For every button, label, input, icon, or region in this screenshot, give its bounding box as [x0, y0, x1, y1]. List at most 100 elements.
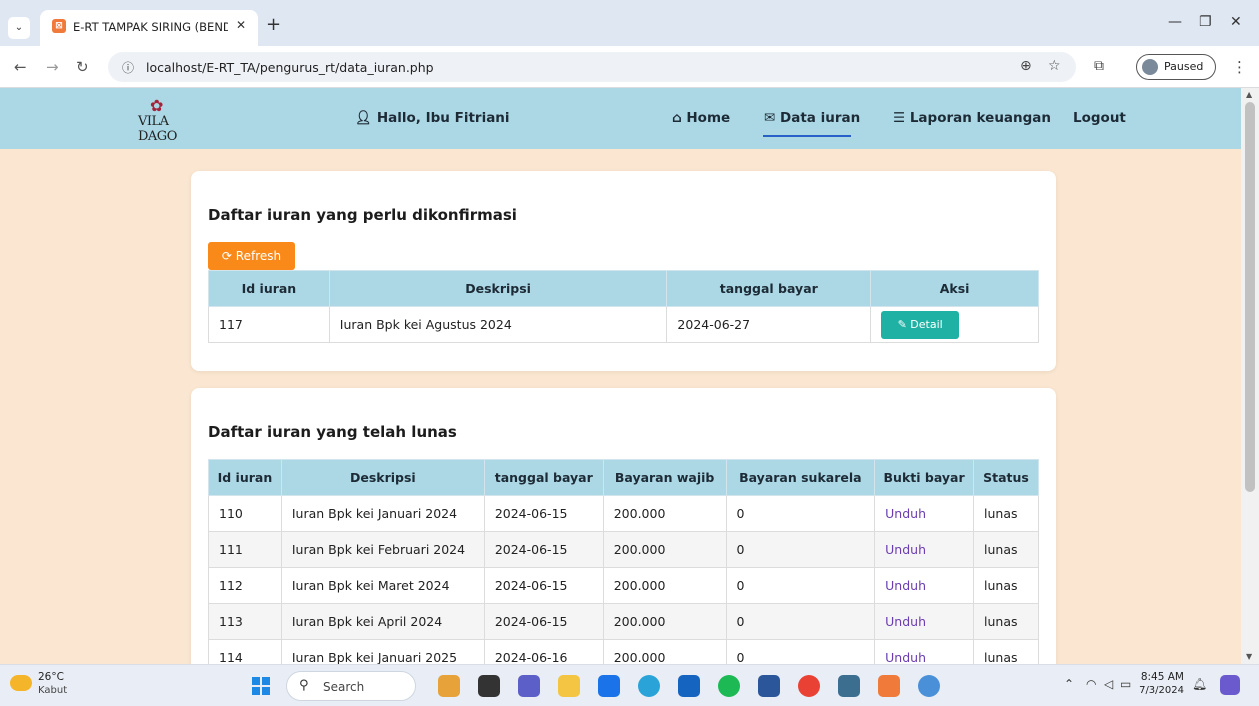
home-icon: ⌂: [672, 110, 682, 126]
restore-icon[interactable]: ❐: [1199, 14, 1212, 30]
spotify-icon[interactable]: [718, 675, 740, 697]
cell-sukarela: 0: [725, 639, 876, 664]
cell-wajib: 200.000: [602, 603, 727, 640]
site-navbar: ✿ VILA DAGO 👤︎ Hallo, Ibu Fitriani ⌂ Hom…: [0, 88, 1241, 149]
word-icon[interactable]: [758, 675, 780, 697]
teams-icon[interactable]: [518, 675, 540, 697]
table-row: 112 Iuran Bpk kei Maret 2024 2024-06-15 …: [208, 567, 1039, 604]
cell-tanggal: 2024-06-15: [483, 531, 604, 568]
nav-logout[interactable]: Logout: [1073, 110, 1126, 126]
column-header: tanggal bayar: [483, 459, 604, 496]
column-header: Status: [973, 459, 1039, 496]
cell-deskripsi: Iuran Bpk kei Maret 2024: [280, 567, 485, 604]
bookmark-star-icon[interactable]: ☆: [1048, 58, 1061, 74]
widgets-app-icon[interactable]: [438, 675, 460, 697]
table-row: 111 Iuran Bpk kei Februari 2024 2024-06-…: [208, 531, 1039, 568]
zoom-icon[interactable]: ⊕: [1020, 58, 1032, 74]
browser-tab[interactable]: ⊠ E-RT TAMPAK SIRING (BENDAH ✕: [40, 10, 258, 46]
copilot-icon[interactable]: [1220, 675, 1240, 695]
page-scrollbar[interactable]: ▲ ▼: [1241, 88, 1259, 664]
store-icon[interactable]: [598, 675, 620, 697]
close-tab-icon[interactable]: ✕: [236, 18, 246, 32]
cell-deskripsi: Iuran Bpk kei Februari 2024: [280, 531, 485, 568]
nav-laporan-keuangan[interactable]: ☰ Laporan keuangan: [893, 110, 1051, 126]
cell-id: 113: [208, 603, 282, 640]
app-icon[interactable]: [918, 675, 940, 697]
mail-icon[interactable]: [678, 675, 700, 697]
address-bar-row: ← → ↻ ⓘ localhost/E-RT_TA/pengurus_rt/da…: [0, 46, 1259, 88]
weather-icon[interactable]: [10, 675, 32, 691]
cell-sukarela: 0: [725, 495, 876, 532]
table-row: 117 Iuran Bpk kei Agustus 2024 2024-06-2…: [208, 306, 1039, 343]
table-row: 114 Iuran Bpk kei Januari 2025 2024-06-1…: [208, 639, 1039, 664]
terminal-icon[interactable]: [838, 675, 860, 697]
windows-start-icon[interactable]: [252, 677, 270, 695]
pending-table: Id iuran Deskripsi tanggal bayar Aksi 11…: [208, 270, 1039, 343]
unduh-link[interactable]: Unduh: [885, 506, 926, 521]
clock-time[interactable]: 8:45 AM: [1138, 671, 1184, 683]
cell-tanggal: 2024-06-15: [483, 567, 604, 604]
browser-tab-bar: ⌄ ⊠ E-RT TAMPAK SIRING (BENDAH ✕ + — ❐ ✕: [0, 0, 1259, 46]
site-logo[interactable]: ✿ VILA DAGO: [138, 96, 198, 144]
back-icon[interactable]: ←: [14, 58, 27, 76]
taskbar-search[interactable]: ⚲ Search: [286, 671, 416, 701]
cell-id: 111: [208, 531, 282, 568]
edit-icon: ✎: [897, 317, 907, 331]
wifi-icon[interactable]: ◠: [1086, 677, 1096, 691]
cell-deskripsi: Iuran Bpk kei April 2024: [280, 603, 485, 640]
paid-header-row: Id iuran Deskripsi tanggal bayar Bayaran…: [208, 459, 1039, 496]
cell-status: lunas: [973, 531, 1039, 568]
unduh-link[interactable]: Unduh: [885, 614, 926, 629]
forward-icon[interactable]: →: [46, 58, 59, 76]
new-tab-icon[interactable]: +: [266, 14, 281, 35]
site-info-icon[interactable]: ⓘ: [122, 59, 134, 76]
edge-icon[interactable]: [638, 675, 660, 697]
scroll-thumb[interactable]: [1245, 102, 1255, 492]
nav-home[interactable]: ⌂ Home: [672, 110, 730, 126]
more-menu-icon[interactable]: ⋮: [1232, 58, 1247, 76]
file-explorer-icon[interactable]: [558, 675, 580, 697]
tab-title: E-RT TAMPAK SIRING (BENDAH: [73, 20, 228, 34]
reload-icon[interactable]: ↻: [76, 58, 89, 76]
unduh-link[interactable]: Unduh: [885, 578, 926, 593]
nav-data-iuran[interactable]: ✉ Data iuran: [764, 110, 860, 126]
nav-data-iuran-label: Data iuran: [780, 110, 861, 126]
cell-sukarela: 0: [725, 531, 876, 568]
column-header: Deskripsi: [280, 459, 485, 496]
unduh-link[interactable]: Unduh: [885, 650, 926, 664]
cell-wajib: 200.000: [602, 531, 727, 568]
profile-button[interactable]: Paused: [1136, 54, 1216, 80]
scroll-up-icon[interactable]: ▲: [1246, 90, 1252, 99]
scroll-down-icon[interactable]: ▼: [1246, 652, 1252, 661]
cell-status: lunas: [973, 495, 1039, 532]
weather-desc: Kabut: [38, 685, 68, 696]
volume-icon[interactable]: ◁: [1104, 677, 1113, 691]
detail-button[interactable]: ✎ Detail: [881, 310, 960, 339]
close-window-icon[interactable]: ✕: [1230, 14, 1242, 30]
task-view-icon[interactable]: [478, 675, 500, 697]
greeting-text: Hallo, Ibu Fitriani: [376, 110, 510, 126]
cell-aksi: ✎ Detail: [870, 306, 1039, 343]
tray-chevron-icon[interactable]: ⌃: [1064, 677, 1074, 691]
cell-wajib: 200.000: [602, 495, 727, 532]
cell-status: lunas: [973, 603, 1039, 640]
notification-bell-icon[interactable]: 🔔︎: [1192, 677, 1207, 691]
tab-search-button[interactable]: ⌄: [8, 17, 30, 39]
envelope-icon: ✉: [764, 110, 776, 126]
cell-wajib: 200.000: [602, 567, 727, 604]
windows-taskbar: 26°C Kabut ⚲ Search ⌃ ◠ ◁ ▭ 8:45 AM 7/3/…: [0, 664, 1259, 706]
column-header: Id iuran: [208, 459, 282, 496]
chrome-icon[interactable]: [798, 675, 820, 697]
unduh-link[interactable]: Unduh: [885, 542, 926, 557]
refresh-button[interactable]: ⟳ Refresh: [208, 242, 295, 270]
url-input[interactable]: ⓘ localhost/E-RT_TA/pengurus_rt/data_iur…: [108, 52, 1076, 82]
pending-header-row: Id iuran Deskripsi tanggal bayar Aksi: [208, 270, 1039, 307]
cell-sukarela: 0: [725, 603, 876, 640]
cell-tanggal: 2024-06-15: [483, 603, 604, 640]
extensions-icon[interactable]: ⧉: [1094, 58, 1104, 74]
cell-bukti: Unduh: [874, 531, 974, 568]
minimize-icon[interactable]: —: [1168, 14, 1182, 30]
clock-date[interactable]: 7/3/2024: [1130, 685, 1184, 696]
weather-temp: 26°C: [38, 671, 64, 683]
xampp-icon[interactable]: [878, 675, 900, 697]
